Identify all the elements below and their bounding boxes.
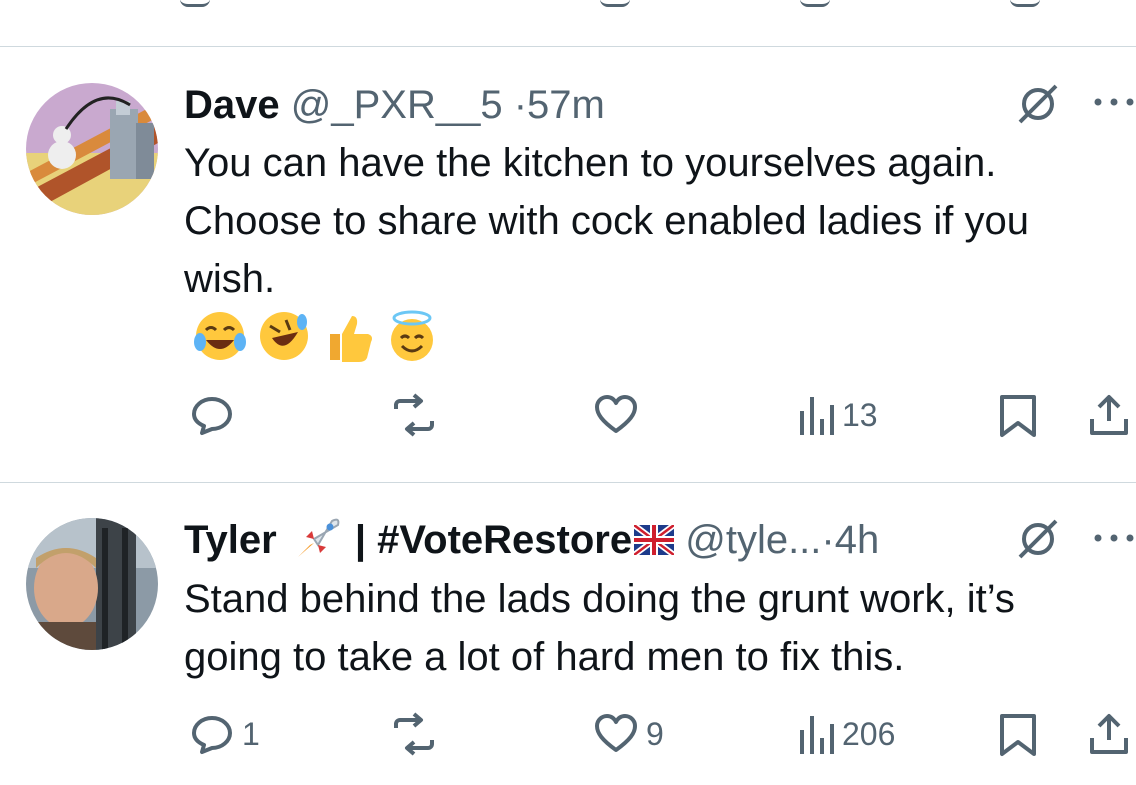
more-options-icon[interactable]	[1092, 532, 1136, 544]
views-icon-fragment	[800, 0, 830, 7]
grok-icon[interactable]	[1016, 517, 1060, 561]
avatar[interactable]	[26, 83, 158, 215]
display-name[interactable]: Tyler	[184, 518, 277, 562]
views-chart-icon	[800, 397, 834, 435]
thumbs-up-icon	[330, 316, 372, 362]
timestamp[interactable]: 57m	[527, 83, 605, 127]
uk-flag-icon	[632, 522, 676, 558]
reply-icon	[192, 397, 232, 435]
like-count: 9	[646, 715, 664, 752]
display-name-suffix[interactable]: | #VoteRestore	[344, 518, 632, 562]
tweet-header: Tyler | #VoteRestore @tyle...·4h	[184, 515, 879, 563]
separator-dot: ·	[821, 518, 835, 562]
repost-icon	[394, 712, 434, 756]
divider	[0, 482, 1136, 483]
repost-button[interactable]	[388, 704, 446, 764]
tweet-actions: 1 9 206	[0, 704, 1136, 764]
display-name[interactable]: Dave	[184, 83, 280, 127]
rolling-on-floor-laughing-icon	[260, 312, 308, 360]
rocket-emoji-icon	[297, 518, 340, 557]
bookmark-icon-fragment	[1010, 0, 1040, 7]
share-icon	[1090, 714, 1128, 754]
tweet-text: Stand behind the lads doing the grunt wo…	[184, 577, 1015, 679]
bookmark-button[interactable]	[996, 385, 1040, 445]
reply-count: 1	[242, 715, 260, 752]
views-chart-icon	[800, 716, 834, 754]
divider	[0, 46, 1136, 47]
view-count: 206	[842, 715, 896, 752]
more-options-icon[interactable]	[1092, 96, 1136, 108]
heart-icon	[595, 714, 637, 752]
tweet-actions: 13	[0, 385, 1136, 445]
like-button[interactable]	[592, 385, 646, 445]
reply-icon	[192, 716, 232, 754]
like-icon-fragment	[600, 0, 630, 7]
previous-tweet-actions-fragment	[0, 0, 1136, 46]
smiling-face-with-halo-icon	[391, 310, 433, 361]
emoji-row	[192, 308, 440, 368]
heart-icon	[595, 395, 637, 433]
bookmark-icon	[1000, 395, 1036, 437]
separator-dot: ·	[513, 83, 528, 127]
view-count: 13	[842, 396, 878, 433]
share-icon	[1090, 395, 1128, 435]
share-button[interactable]	[1086, 704, 1132, 764]
repost-icon	[394, 393, 434, 437]
bookmark-button[interactable]	[996, 704, 1040, 764]
bookmark-icon	[1000, 714, 1036, 756]
repost-button[interactable]	[388, 385, 446, 445]
tweet-header: Dave @_PXR__5 ·57m	[184, 82, 605, 128]
reply-button[interactable]: 1	[188, 704, 260, 764]
like-button[interactable]: 9	[592, 704, 664, 764]
grok-icon[interactable]	[1016, 82, 1060, 126]
user-handle[interactable]: @_PXR__5	[291, 83, 503, 127]
reply-button[interactable]	[188, 385, 242, 445]
share-button[interactable]	[1086, 385, 1132, 445]
views-button[interactable]: 206	[796, 704, 895, 764]
user-handle[interactable]: @tyle...	[685, 518, 821, 562]
reply-icon-fragment	[180, 0, 210, 7]
face-with-tears-of-joy-icon	[194, 312, 246, 360]
avatar[interactable]	[26, 518, 158, 650]
tweet-text: You can have the kitchen to yourselves a…	[184, 141, 1029, 301]
views-button[interactable]: 13	[796, 385, 878, 445]
timestamp[interactable]: 4h	[835, 518, 880, 562]
